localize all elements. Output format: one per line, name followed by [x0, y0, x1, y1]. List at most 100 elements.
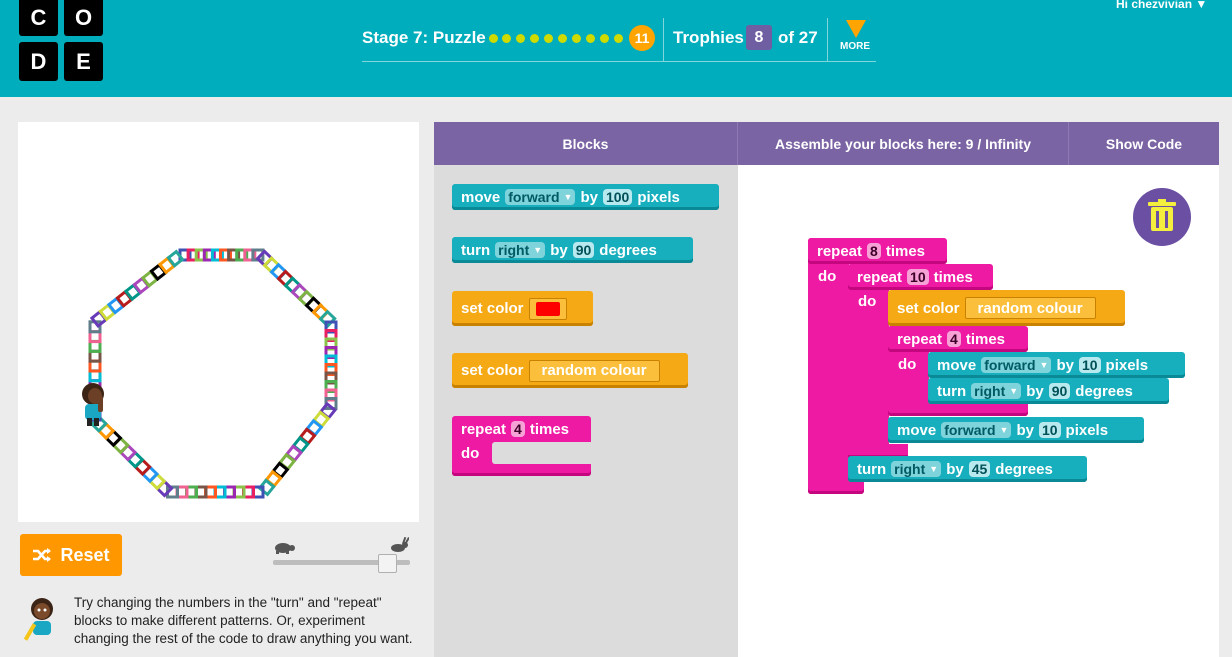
more-button[interactable]: MORE: [836, 18, 876, 62]
logo-letter-c: C: [19, 0, 58, 36]
repeat-count-field[interactable]: 4: [947, 331, 961, 347]
direction-dropdown[interactable]: forward: [941, 422, 1012, 438]
block-keyword: set color: [461, 300, 524, 317]
progress-dot[interactable]: [614, 34, 623, 43]
progress-dot[interactable]: [558, 34, 567, 43]
current-puzzle-badge[interactable]: 11: [629, 25, 655, 51]
drawn-square: [111, 436, 130, 455]
block-keyword: turn: [857, 460, 887, 478]
trash-button[interactable]: [1133, 188, 1191, 246]
repeat-block-header: repeat 10 times: [848, 264, 993, 290]
logo-letter-d: D: [19, 42, 58, 81]
block-keyword: set color: [461, 362, 524, 379]
block-keyword: repeat: [461, 420, 507, 438]
stage-title: Stage 7: Puzzle: [362, 28, 486, 47]
direction-dropdown[interactable]: right: [971, 383, 1022, 399]
blocks-header: Blocks: [562, 135, 609, 152]
block-keyword: times: [529, 420, 570, 438]
progress-dot[interactable]: [489, 34, 498, 43]
amount-field[interactable]: 45: [968, 461, 991, 477]
block-keyword: move: [897, 421, 937, 439]
repeat-block-header: repeat 4 times: [888, 326, 1028, 352]
chevron-down-icon: [846, 20, 866, 38]
color-swatch: [535, 301, 560, 316]
artist-character-icon: [82, 383, 104, 426]
color-picker[interactable]: [528, 297, 567, 320]
block-keyword: times: [933, 268, 973, 286]
block-keyword: times: [885, 242, 926, 260]
amount-field[interactable]: 90: [1048, 383, 1071, 399]
speed-slider[interactable]: [273, 536, 410, 573]
block-unit: pixels: [637, 188, 680, 206]
direction-dropdown[interactable]: forward: [981, 357, 1052, 373]
block-unit: degrees: [599, 241, 657, 259]
caret-down-icon: ▼: [1195, 0, 1208, 11]
block-keyword: by: [580, 188, 598, 206]
header-divider: [663, 18, 664, 61]
random-colour-value[interactable]: random colour: [964, 297, 1096, 319]
progress-dot[interactable]: [516, 34, 525, 43]
user-greeting: Hi chezvivian: [1116, 0, 1193, 11]
repeat-count-field[interactable]: 10: [907, 269, 929, 285]
slider-thumb[interactable]: [378, 554, 397, 573]
progress-dot[interactable]: [502, 34, 511, 43]
amount-field[interactable]: 90: [572, 242, 595, 258]
progress-dot[interactable]: [572, 34, 581, 43]
amount-field[interactable]: 100: [602, 189, 633, 205]
program-set-color-block[interactable]: set color random colour: [888, 290, 1125, 326]
program-turn-block[interactable]: turn right by 45 degrees: [848, 456, 1087, 482]
repeat-block-header: repeat 4 times: [452, 416, 591, 442]
repeat-block-footer: [888, 403, 1028, 416]
toolbox-move-block[interactable]: move forward by 100 pixels: [452, 184, 719, 210]
toolbox-set-color-block[interactable]: set color: [452, 291, 593, 326]
avatar: [24, 598, 53, 641]
repeat-block-slot: [492, 442, 591, 464]
toolbox-set-random-color-block[interactable]: set color random colour: [452, 353, 688, 388]
block-keyword: turn: [937, 382, 967, 400]
block-keyword: repeat: [897, 330, 943, 348]
rabbit-icon: [391, 537, 409, 552]
program-move-block[interactable]: move forward by 10 pixels: [928, 352, 1185, 378]
program-move-block[interactable]: move forward by 10 pixels: [888, 417, 1144, 443]
more-label: MORE: [840, 41, 870, 52]
do-label: do: [461, 445, 480, 462]
block-unit: degrees: [1075, 382, 1133, 400]
do-label: do: [818, 268, 837, 285]
drawn-square: [126, 450, 145, 469]
direction-dropdown[interactable]: right: [891, 461, 942, 477]
block-keyword: set color: [897, 299, 960, 317]
user-menu[interactable]: Hi chezvivian ▼: [1116, 0, 1207, 11]
block-keyword: by: [946, 460, 964, 478]
instructions-text: Try changing the numbers in the "turn" a…: [74, 595, 413, 646]
repeat-block-footer: [808, 481, 864, 494]
progress-dot[interactable]: [586, 34, 595, 43]
program-turn-block[interactable]: turn right by 90 degrees: [928, 378, 1169, 404]
block-unit: pixels: [1105, 356, 1149, 374]
drawn-square: [133, 457, 152, 477]
trophies-count: 8: [746, 25, 772, 50]
repeat-count-field[interactable]: 4: [511, 421, 525, 437]
progress-dot[interactable]: [600, 34, 609, 43]
repeat-count-field[interactable]: 8: [867, 243, 881, 259]
reset-button[interactable]: Reset: [20, 534, 122, 576]
reset-label: Reset: [60, 544, 110, 565]
repeat-block-header: repeat 8 times: [808, 238, 947, 264]
show-code-button[interactable]: Show Code: [1069, 122, 1219, 165]
header-underline: [362, 61, 876, 62]
block-keyword: by: [1056, 356, 1074, 374]
amount-field[interactable]: 10: [1078, 357, 1101, 373]
direction-dropdown[interactable]: right: [495, 242, 546, 258]
block-keyword: by: [1026, 382, 1044, 400]
amount-field[interactable]: 10: [1038, 422, 1061, 438]
progress-dot[interactable]: [530, 34, 539, 43]
progress-dot[interactable]: [544, 34, 553, 43]
random-colour-value[interactable]: random colour: [528, 359, 660, 382]
direction-dropdown[interactable]: forward: [505, 189, 576, 205]
logo-letter-o: O: [64, 0, 103, 36]
drawn-square: [318, 309, 337, 328]
toolbox-turn-block[interactable]: turn right by 90 degrees: [452, 237, 693, 263]
artist-drawing: [88, 248, 338, 499]
drawn-square: [140, 464, 160, 484]
block-keyword: turn: [461, 241, 491, 259]
trash-icon: [1148, 199, 1176, 231]
